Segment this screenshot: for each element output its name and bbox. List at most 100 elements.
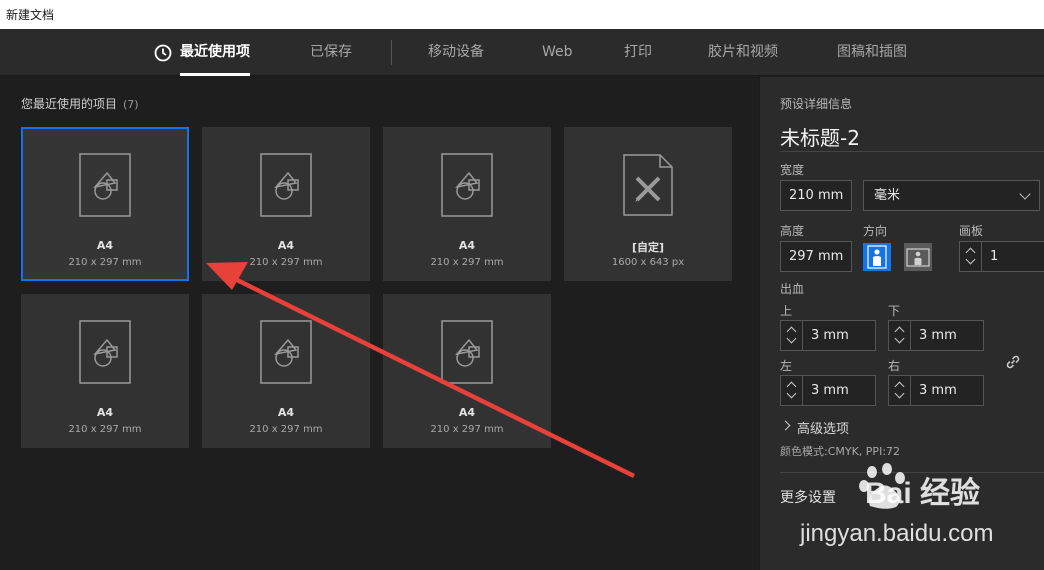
recent-title-text: 您最近使用的项目 [21,97,118,111]
chevron-down-icon[interactable] [965,254,976,265]
preset-name: A4 [277,406,295,419]
baidu-jingyan-watermark: Bai 经验 jingyan.baidu.com [800,460,1040,560]
preset-name: A4 [96,406,114,419]
width-input[interactable]: 210 mm [780,180,852,211]
color-mode-text: 颜色模式:CMYK, PPI:72 [780,445,901,458]
recent-presets-area: 您最近使用的项目 (7) A4 210 x 297 mm A4 210 x 297 mm… [0,77,758,570]
advanced-options-label: 高级选项 [797,422,850,437]
tab-print[interactable]: 打印 [624,29,652,76]
document-shapes-icon [260,320,312,384]
tab-mobile[interactable]: 移动设备 [428,29,484,76]
tab-film-video[interactable]: 胶片和视频 [708,29,778,76]
preset-card[interactable]: A4 210 x 297 mm [383,127,551,281]
preset-size: 210 x 297 mm [68,424,142,435]
stepper-arrows[interactable] [889,321,911,350]
window-titlebar: 新建文档 [0,0,1044,29]
tab-mobile-label: 移动设备 [428,44,484,60]
recent-count: (7) [123,98,139,111]
name-underline [780,151,1044,152]
stepper-arrows[interactable] [960,242,982,271]
width-label: 宽度 [780,163,805,177]
unit-select-value: 毫米 [874,188,901,203]
bleed-left-stepper[interactable]: 3 mm [780,375,876,406]
portrait-orientation-button[interactable] [863,243,891,271]
preset-card[interactable]: [自定] 1600 x 643 px [564,127,732,281]
landscape-person-icon [906,248,930,267]
bleed-label: 出血 [780,282,805,296]
preset-name: A4 [96,239,114,252]
height-input[interactable]: 297 mm [780,241,852,272]
bleed-top-stepper[interactable]: 3 mm [780,320,876,351]
portrait-person-icon [867,245,887,269]
stepper-arrows[interactable] [781,376,803,405]
bleed-bottom-value: 3 mm [919,328,957,343]
advanced-options-toggle[interactable]: 高级选项 [780,417,902,437]
unit-select[interactable]: 毫米 [863,180,1040,211]
window-title: 新建文档 [6,8,55,22]
watermark-line2: jingyan.baidu.com [800,520,994,547]
tab-print-label: 打印 [624,44,652,60]
preset-card[interactable]: A4 210 x 297 mm [383,294,551,448]
orientation-label: 方向 [863,224,888,238]
bleed-bottom-label: 下 [888,304,901,318]
preset-size: 210 x 297 mm [430,257,504,268]
chevron-down-icon[interactable] [786,333,797,344]
document-ruler-pencil-icon [623,154,673,216]
preset-size: 1600 x 643 px [611,257,685,268]
bleed-left-value: 3 mm [811,383,849,398]
bleed-right-value: 3 mm [919,383,957,398]
bleed-top-value: 3 mm [811,328,849,343]
stepper-arrows[interactable] [889,376,911,405]
preset-size: 210 x 297 mm [430,424,504,435]
tab-recent-label: 最近使用项 [180,44,250,60]
preset-card[interactable]: A4 210 x 297 mm [202,127,370,281]
watermark-line1: Bai 经验 [865,477,981,510]
preset-name: A4 [458,239,476,252]
recent-section-title: 您最近使用的项目 (7) [21,95,139,112]
chevron-down-icon[interactable] [786,388,797,399]
landscape-orientation-button[interactable] [904,243,932,271]
height-label: 高度 [780,224,805,238]
document-shapes-icon [441,153,493,217]
preset-name: [自定] [631,241,665,254]
tab-web-label: Web [542,44,573,60]
document-name-field[interactable]: 未标题-2 [780,122,860,151]
preset-size: 210 x 297 mm [249,257,323,268]
link-icon[interactable] [1004,353,1022,371]
preset-name: A4 [458,406,476,419]
chevron-down-icon [1019,188,1031,200]
artboard-stepper[interactable]: 1 [959,241,1044,272]
tab-art-illustration-label: 图稿和插图 [837,44,907,60]
chevron-right-icon [780,420,791,431]
tab-divider [391,40,392,65]
document-shapes-icon [79,320,131,384]
preset-card[interactable]: A4 210 x 297 mm [21,127,189,281]
preset-size: 210 x 297 mm [68,257,142,268]
tab-web[interactable]: Web [542,29,573,76]
preset-name: A4 [277,239,295,252]
document-shapes-icon [260,153,312,217]
document-shapes-icon [441,320,493,384]
bleed-bottom-stepper[interactable]: 3 mm [888,320,984,351]
bleed-top-label: 上 [780,304,793,318]
category-tab-bar: 最近使用项 已保存 移动设备 Web 打印 胶片和视频 图稿和插图 [0,29,1044,76]
artboard-label: 画板 [959,224,984,238]
preset-size: 210 x 297 mm [249,424,323,435]
preset-card[interactable]: A4 210 x 297 mm [21,294,189,448]
preset-card[interactable]: A4 210 x 297 mm [202,294,370,448]
tab-film-video-label: 胶片和视频 [708,44,778,60]
stepper-arrows[interactable] [781,321,803,350]
tab-art-illustration[interactable]: 图稿和插图 [837,29,907,76]
clock-icon [154,44,172,62]
bleed-left-label: 左 [780,359,793,373]
tab-saved-label: 已保存 [310,44,352,60]
chevron-down-icon[interactable] [894,333,905,344]
tab-recent[interactable]: 最近使用项 [154,29,250,76]
artboard-value: 1 [990,249,999,264]
bleed-right-stepper[interactable]: 3 mm [888,375,984,406]
bleed-right-label: 右 [888,359,901,373]
tab-saved[interactable]: 已保存 [310,29,352,76]
document-shapes-icon [79,153,131,217]
details-header: 预设详细信息 [780,97,853,111]
chevron-down-icon[interactable] [894,388,905,399]
